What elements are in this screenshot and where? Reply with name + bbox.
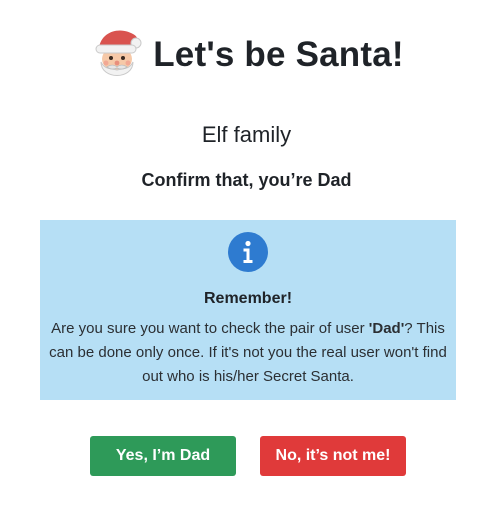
alert-message-start: Are you sure you want to check the pair … (51, 320, 369, 337)
info-alert: Remember! Are you sure you want to check… (40, 220, 456, 400)
alert-heading: Remember! (203, 290, 293, 307)
santa-face-icon (95, 30, 142, 76)
family-name: Elf family (201, 122, 292, 147)
alert-message: Are you sure you want to check the pair … (48, 317, 448, 389)
confirm-no-button[interactable]: No, it’s not me! (260, 436, 406, 476)
confirm-yes-button[interactable]: Yes, I’m Dad (90, 436, 236, 476)
confirm-heading: Confirm that, you’re Dad (141, 170, 352, 190)
page-header: Let's be Santa! (0, 22, 493, 86)
info-icon (228, 232, 268, 272)
page-title: Let's be Santa! (153, 35, 404, 74)
user-name: Dad (372, 320, 401, 337)
